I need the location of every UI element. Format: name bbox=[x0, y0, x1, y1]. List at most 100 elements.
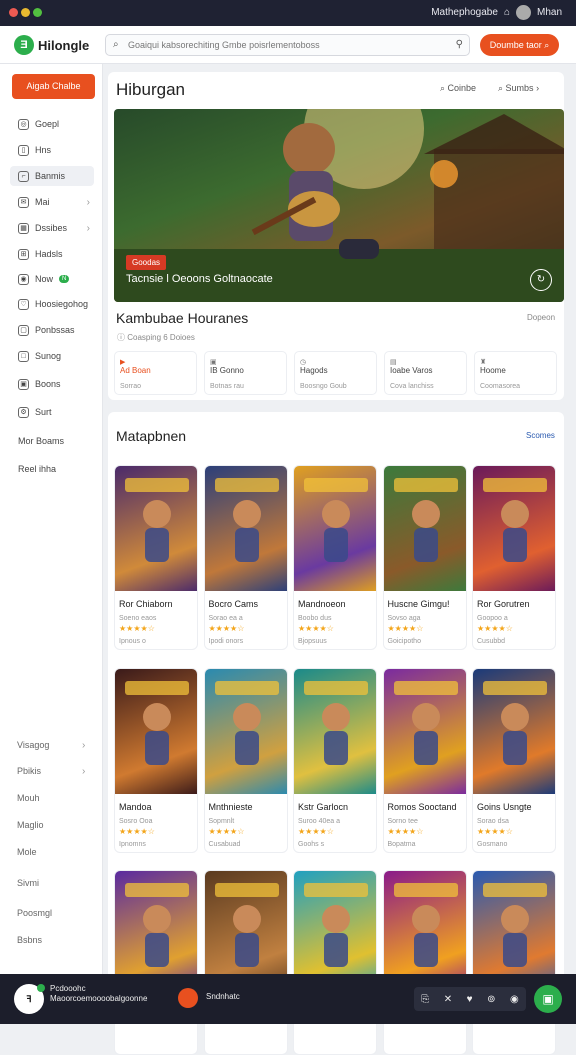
sidebar-item-label: Dssibes bbox=[35, 223, 68, 233]
game-card[interactable]: Romos Sooctand Sorno tee ★★★★☆ Bopatma bbox=[382, 668, 467, 853]
game-name: Ror Gorutren bbox=[477, 599, 530, 609]
repeat-icon[interactable]: ⊚ bbox=[487, 994, 495, 1005]
sidebar-footer-link[interactable]: Visagog bbox=[17, 740, 49, 750]
shuffle-icon[interactable]: ✕ bbox=[444, 994, 452, 1005]
sidebar-item-2[interactable]: ⌐ Banmis bbox=[10, 166, 94, 186]
volume-icon[interactable]: ◉ bbox=[510, 994, 519, 1005]
search-input[interactable]: ⌕ Goaiqui kabsorechiting Gmbe poisrlemen… bbox=[105, 34, 470, 56]
hero-banner[interactable]: Goodas Tacnsie l Oeoons Goltnaocate ↻ bbox=[114, 109, 564, 302]
sidebar-item-6[interactable]: ◉ Now N bbox=[10, 269, 94, 289]
sidebar-footer-link[interactable]: Bsbns bbox=[17, 935, 42, 945]
game-cover-image bbox=[383, 669, 466, 794]
sidebar-item-10[interactable]: ▣ Boons bbox=[10, 374, 94, 394]
refresh-icon[interactable]: ↻ bbox=[530, 269, 552, 291]
game-name: Kstr Garlocn bbox=[298, 802, 349, 812]
tile-sub: Sorrao bbox=[120, 383, 142, 390]
sidebar-item-1[interactable]: ▯ Hns bbox=[10, 140, 94, 160]
settings-icon: ⚙ bbox=[18, 406, 29, 418]
search-submit-icon[interactable]: ⚲ bbox=[456, 39, 463, 50]
game-stars: ★★★★☆ bbox=[119, 624, 155, 633]
sidebar-footer-link[interactable]: Maglio bbox=[17, 820, 44, 830]
share-icon[interactable]: ⎘ bbox=[421, 994, 429, 1005]
game-card[interactable] bbox=[382, 870, 467, 1055]
game-name: Mandoa bbox=[119, 802, 152, 812]
feature-tile[interactable]: ▶ Ad Boan Sorrao bbox=[114, 351, 197, 395]
search-icon: ⌕ bbox=[113, 39, 119, 50]
game-card[interactable]: Mnthnieste Sopmnlt ★★★★☆ Cusabuad bbox=[203, 668, 288, 853]
app-logo[interactable]: Ǝ Hilongle bbox=[14, 35, 89, 55]
sidebar-item-7[interactable]: ♡ Hoosiegohog bbox=[10, 294, 94, 314]
featured-title: Kambubae Houranes bbox=[116, 310, 249, 326]
game-sub2: Goohs s bbox=[298, 841, 325, 848]
game-card[interactable] bbox=[293, 870, 377, 1055]
header-action-button[interactable]: Doumbe taor ⌕ bbox=[480, 34, 559, 56]
trophy-icon: ♜ bbox=[480, 359, 487, 366]
game-sub: Sovso aga bbox=[387, 615, 421, 622]
sidebar-footer-link[interactable]: Mole bbox=[17, 847, 37, 857]
chart-icon: ▤ bbox=[390, 359, 397, 366]
game-sub2: Gosmano bbox=[477, 841, 508, 848]
sidebar-item-12[interactable]: Mor Boams bbox=[10, 431, 94, 451]
game-card[interactable]: Ror Gorutren Goopoo a ★★★★☆ Cusubbd bbox=[472, 465, 556, 650]
sort-control[interactable]: ⌕ Sumbs › bbox=[498, 83, 539, 94]
user-name: Mhan bbox=[536, 7, 562, 18]
sidebar-item-11[interactable]: ⚙ Surt bbox=[10, 402, 94, 422]
game-sub: Sopmnlt bbox=[208, 818, 235, 825]
sidebar-item-3[interactable]: ✉ Mai › bbox=[10, 192, 94, 212]
game-card[interactable]: Huscne Gimgu! Sovso aga ★★★★☆ Goicipotho bbox=[382, 465, 467, 650]
game-card[interactable]: Mandnoeon Boobo dus ★★★★☆ Bjopsuus bbox=[293, 465, 377, 650]
featured-link[interactable]: Dopeon bbox=[527, 313, 555, 322]
chat-button[interactable]: ▣ bbox=[534, 985, 562, 1013]
sidebar-item-label: Mai bbox=[35, 197, 50, 207]
game-card[interactable]: Kstr Garlocn Suroo 40ea a ★★★★☆ Goohs s bbox=[293, 668, 377, 853]
sidebar-footer-link[interactable]: Sivmi bbox=[17, 878, 39, 888]
sidebar-item-9[interactable]: □ Sunog bbox=[10, 346, 94, 366]
game-card[interactable] bbox=[472, 870, 556, 1055]
game-card[interactable] bbox=[114, 870, 198, 1055]
sidebar-item-4[interactable]: ▦ Dssibes › bbox=[10, 218, 94, 238]
sidebar-primary-button[interactable]: Aigab Chalbe bbox=[12, 74, 95, 99]
sidebar-item-8[interactable]: ▢ Ponbssas bbox=[10, 320, 94, 340]
game-stars: ★★★★☆ bbox=[387, 624, 424, 633]
sidebar-item-0[interactable]: ◎ Goepl bbox=[10, 114, 94, 134]
close-window-dot[interactable] bbox=[9, 8, 18, 17]
bottom-avatar[interactable]: ꟻ bbox=[14, 984, 45, 1014]
sidebar-footer-link[interactable]: Poosmgl bbox=[17, 908, 52, 918]
feature-tile[interactable]: ◷ Hagods Boosngo Goub bbox=[294, 351, 377, 395]
game-stars: ★★★★☆ bbox=[298, 624, 334, 633]
game-name: Mnthnieste bbox=[208, 802, 253, 812]
game-card[interactable]: Ror Chiaborn Soeno eaos ★★★★☆ Ipnous o bbox=[114, 465, 198, 650]
header-action-label: Doumbe taor bbox=[489, 40, 542, 50]
user-avatar[interactable] bbox=[515, 5, 531, 20]
feature-tile[interactable]: ♜ Hoome Coomasorea bbox=[474, 351, 557, 395]
filter-control[interactable]: ⌕ Coinbe bbox=[440, 83, 476, 94]
maximize-window-dot[interactable] bbox=[33, 8, 42, 17]
minimize-window-dot[interactable] bbox=[21, 8, 30, 17]
game-cover-image bbox=[204, 466, 287, 591]
sidebar-item-5[interactable]: ⊞ Hadsls bbox=[10, 244, 94, 264]
game-card[interactable]: Bocro Cams Sorao ea a ★★★★☆ Ipodi onors bbox=[203, 465, 288, 650]
hero-caption: Tacnsie l Oeoons Goltnaocate bbox=[126, 273, 273, 285]
chevron-right-icon: › bbox=[82, 766, 86, 777]
game-card[interactable]: Mandoa Sosro Ooa ★★★★☆ Ipnomns bbox=[114, 668, 198, 853]
game-card[interactable] bbox=[203, 870, 288, 1055]
sidebar-item-13[interactable]: Reel ihha bbox=[10, 459, 94, 479]
sidebar: Aigab Chalbe ◎ Goepl ▯ Hns ⌐ Banmis ✉ Mai › ▦ Dssi… bbox=[0, 64, 103, 974]
sidebar-footer-link[interactable]: Pbikis bbox=[17, 766, 41, 776]
key-icon[interactable]: ⌂ bbox=[504, 7, 510, 18]
image-icon: ▣ bbox=[210, 359, 217, 366]
feature-tile[interactable]: ▣ IB Gonno Botnas rau bbox=[204, 351, 287, 395]
feature-tile[interactable]: ▤ Ioabe Varos Cova lanchiss bbox=[384, 351, 467, 395]
like-icon[interactable]: ♥ bbox=[467, 994, 473, 1005]
photo-icon: ▣ bbox=[18, 378, 29, 390]
sidebar-item-label: Reel ihha bbox=[18, 464, 57, 474]
clock-icon: ◷ bbox=[300, 359, 307, 366]
play-icon: ▶ bbox=[120, 359, 126, 366]
game-sub: Sorao dsa bbox=[477, 818, 509, 825]
games-see-all-link[interactable]: Scomes bbox=[526, 431, 555, 440]
logo-icon: Ǝ bbox=[14, 35, 34, 55]
game-sub: Boobo dus bbox=[298, 615, 332, 622]
tile-sub: Coomasorea bbox=[480, 383, 521, 390]
sidebar-footer-link[interactable]: Mouh bbox=[17, 793, 40, 803]
game-card[interactable]: Goins Usngte Sorao dsa ★★★★☆ Gosmano bbox=[472, 668, 556, 853]
